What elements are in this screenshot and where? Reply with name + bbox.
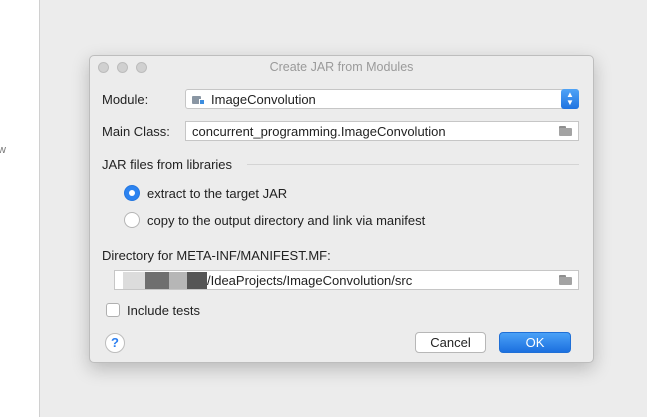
redacted-path-block [169, 272, 187, 289]
chevron-up-down-icon[interactable]: ▲ ▼ [561, 89, 579, 109]
module-label: Module: [102, 92, 149, 107]
main-class-value: concurrent_programming.ImageConvolution [192, 124, 446, 139]
zoom-window-button[interactable] [136, 62, 147, 73]
redacted-path-block [123, 272, 145, 289]
section-divider [247, 164, 579, 165]
radio-extract[interactable] [124, 185, 140, 201]
background-edge-text: w [0, 144, 6, 156]
include-tests-label[interactable]: Include tests [127, 303, 200, 318]
redacted-path-block [145, 272, 169, 289]
module-value: ImageConvolution [211, 92, 316, 107]
cancel-button[interactable]: Cancel [415, 332, 486, 353]
jar-section-heading: JAR files from libraries [102, 157, 233, 172]
radio-extract-label[interactable]: extract to the target JAR [147, 186, 287, 201]
manifest-dir-value: /IdeaProjects/ImageConvolution/src [207, 273, 413, 288]
manifest-dir-label: Directory for META-INF/MANIFEST.MF: [102, 248, 331, 263]
radio-copy[interactable] [124, 212, 140, 228]
module-select[interactable]: ImageConvolution ▲ ▼ [185, 89, 579, 109]
create-jar-dialog: Create JAR from Modules Module: ImageCon… [89, 55, 594, 363]
radio-copy-label[interactable]: copy to the output directory and link vi… [147, 213, 425, 228]
close-window-button[interactable] [98, 62, 109, 73]
browse-folder-icon[interactable] [559, 126, 572, 136]
minimize-window-button[interactable] [117, 62, 128, 73]
main-class-label: Main Class: [102, 124, 170, 139]
module-icon [192, 94, 205, 105]
help-button[interactable]: ? [105, 333, 125, 353]
manifest-dir-field[interactable]: /IdeaProjects/ImageConvolution/src [114, 270, 579, 290]
main-class-field[interactable]: concurrent_programming.ImageConvolution [185, 121, 579, 141]
redacted-path-block [187, 272, 207, 289]
ok-button[interactable]: OK [499, 332, 571, 353]
dialog-title: Create JAR from Modules [269, 60, 414, 74]
browse-folder-icon[interactable] [559, 275, 572, 285]
background-panel: w [0, 0, 40, 417]
include-tests-checkbox[interactable] [106, 303, 120, 317]
